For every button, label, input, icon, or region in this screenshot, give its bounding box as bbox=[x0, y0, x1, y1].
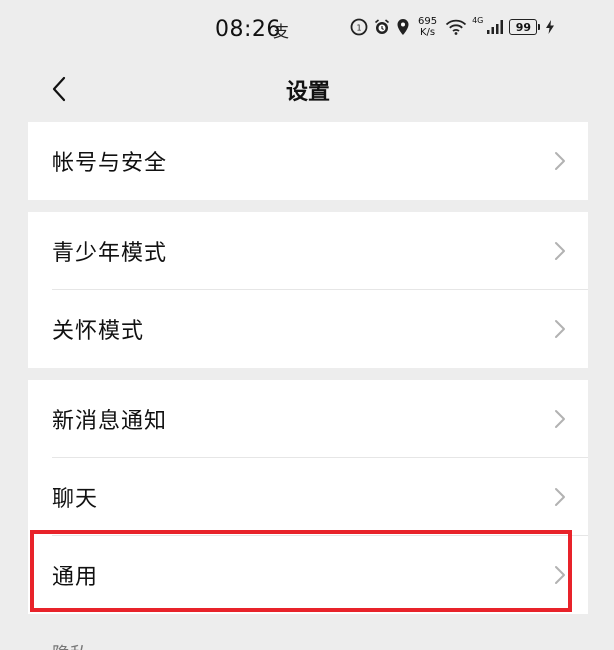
settings-item-label: 新消息通知 bbox=[52, 409, 168, 434]
chevron-right-icon bbox=[555, 566, 565, 584]
chevron-right-icon bbox=[555, 410, 565, 428]
wifi-icon bbox=[445, 18, 467, 36]
settings-item-label: 聊天 bbox=[52, 487, 99, 512]
settings-item-label: 青少年模式 bbox=[52, 241, 168, 266]
settings-item-new-message-notification[interactable]: 新消息通知 bbox=[28, 380, 588, 458]
network-type: 4G bbox=[472, 15, 484, 25]
settings-item-account-security[interactable]: 帐号与安全 bbox=[28, 122, 588, 200]
svg-text:1: 1 bbox=[356, 24, 361, 33]
status-icons: 1 695 K/s 4G 99 bbox=[350, 16, 555, 38]
settings-item-teen-mode[interactable]: 青少年模式 bbox=[28, 212, 588, 290]
settings-item-label: 通用 bbox=[52, 565, 99, 590]
settings-item-care-mode[interactable]: 关怀模式 bbox=[28, 290, 588, 368]
status-time: 08:26 bbox=[215, 17, 281, 42]
network-speed-value: 695 bbox=[418, 16, 438, 27]
chevron-right-icon bbox=[555, 320, 565, 338]
screen: 08:26 支 1 695 K/s 4G 99 设置 帐号与安全 青少年模式 关… bbox=[0, 0, 614, 650]
charging-icon bbox=[545, 19, 555, 35]
battery-level: 99 bbox=[509, 19, 538, 35]
chevron-right-icon bbox=[555, 488, 565, 506]
settings-group-general: 新消息通知 聊天 通用 bbox=[28, 380, 588, 614]
chevron-right-icon bbox=[555, 152, 565, 170]
chevron-right-icon bbox=[555, 242, 565, 260]
signal-icon bbox=[486, 19, 504, 35]
partial-next-item-label: 隐私 bbox=[52, 640, 88, 650]
vpn-icon: 1 bbox=[350, 18, 368, 36]
settings-group-account: 帐号与安全 bbox=[28, 122, 588, 200]
page-title: 设置 bbox=[285, 80, 330, 105]
alarm-icon bbox=[373, 18, 391, 36]
location-icon bbox=[396, 18, 410, 36]
settings-item-general[interactable]: 通用 bbox=[28, 536, 588, 614]
network-speed: 695 K/s bbox=[418, 16, 437, 38]
settings-item-label: 关怀模式 bbox=[52, 319, 145, 344]
status-bar: 08:26 支 1 695 K/s 4G 99 bbox=[28, 0, 588, 58]
settings-item-chat[interactable]: 聊天 bbox=[28, 458, 588, 536]
carrier-glyph: 支 bbox=[273, 22, 290, 41]
settings-group-modes: 青少年模式 关怀模式 bbox=[28, 212, 588, 368]
network-speed-unit: K/s bbox=[419, 27, 436, 38]
phone-screen: 08:26 支 1 695 K/s 4G 99 设置 帐号与安全 青少年模式 关… bbox=[28, 0, 588, 650]
nav-bar: 设置 bbox=[28, 60, 588, 116]
battery-icon: 99 bbox=[509, 19, 541, 35]
settings-item-label: 帐号与安全 bbox=[52, 151, 168, 176]
